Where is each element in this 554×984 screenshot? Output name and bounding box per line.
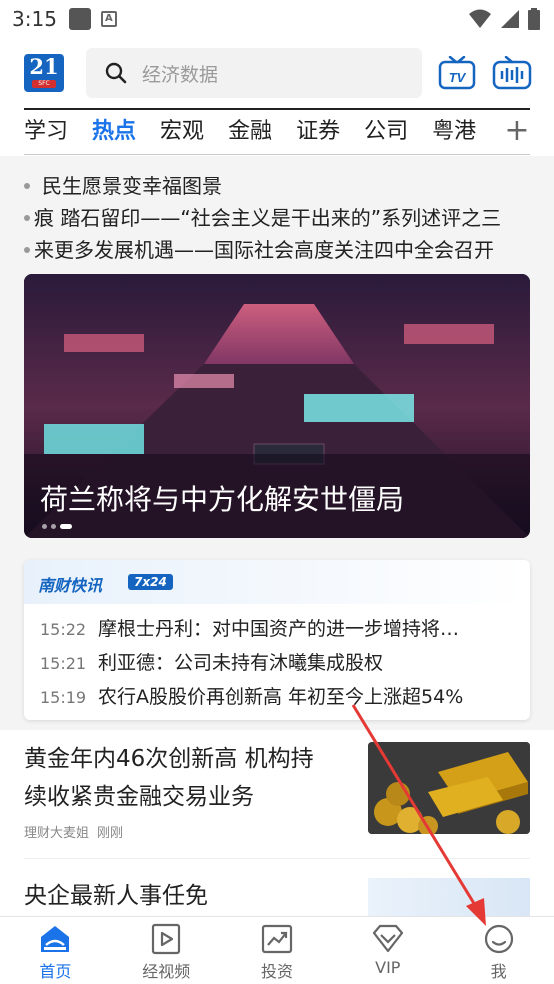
nav-invest[interactable]: 投资 [222,917,333,984]
app-logo[interactable]: 21 SFC [24,54,64,92]
headline-text: 民生愿景变幸福图景 [42,174,222,198]
video-icon [152,923,181,955]
status-time: 3:15 [12,7,57,31]
top-bar: 21 SFC 经济数据 TV [0,46,554,102]
flash-time: 15:19 [40,688,87,707]
nav-video[interactable]: 经视频 [111,917,222,984]
nav-label: 首页 [39,962,72,981]
tv-icon[interactable]: TV [438,56,476,90]
flash-item[interactable]: 15:19 农行A股股价再创新高 年初至今上涨超54% [40,682,520,712]
tabs-top-rule [24,108,530,110]
hero-caption: 荷兰称将与中方化解安世僵局 [40,483,405,516]
flash-brand: 南财快讯 [38,576,103,595]
search-icon [105,62,127,84]
flash-time: 15:22 [40,620,87,639]
vip-icon [372,924,403,953]
flash-header: 南财快讯 7x24 [24,560,530,604]
nav-vip[interactable]: VIP [332,917,443,984]
nav-label: VIP [375,958,401,977]
nav-label: 经视频 [142,962,191,981]
carousel-dot-active [60,524,72,529]
tab-item[interactable]: 证券 [296,112,340,152]
status-bar: 3:15 A [0,0,554,38]
nav-home[interactable]: 首页 [0,917,111,984]
search-input[interactable]: 经济数据 [86,48,422,98]
nav-label: 我 [490,962,507,981]
home-icon [41,926,70,952]
tab-item[interactable]: 粤港 [432,112,476,152]
article-title: 央企最新人事任免 [24,883,208,909]
headline-text: 来更多发展机遇——国际社会高度关注四中全会召开 [34,238,494,262]
wifi-icon [469,9,491,28]
headline-list: 民生愿景变幸福图景 痕 踏石留印——“社会主义是干出来的”系列述评之三 来更多发… [24,170,530,266]
article-card[interactable]: 黄金年内46次创新高 机构持 续收紧贵金融交易业务 理财大麦姐 刚刚 [0,730,554,860]
invest-icon [261,924,293,954]
notification-icon [68,8,91,30]
article-thumbnail [368,742,530,834]
search-placeholder: 经济数据 [142,63,219,86]
article-meta: 理财大麦姐 刚刚 [24,822,123,841]
flash-badge: 7x24 [128,574,173,590]
hero-banner[interactable]: 荷兰称将与中方化解安世僵局 [24,274,530,538]
carousel-dot [42,524,47,529]
bullet-icon [24,215,30,221]
tabs-bottom-rule [24,154,530,155]
svg-text:TV: TV [449,70,467,85]
bullet-icon [24,247,30,253]
notification-a-icon: A [100,11,117,27]
article-title-line: 续收紧贵金融交易业务 [24,784,254,810]
logo-sub: SFC [32,80,56,88]
article-thumbnail [368,878,530,918]
status-indicators [468,8,540,30]
headline-item[interactable]: 痕 踏石留印——“社会主义是干出来的”系列述评之三 [24,202,530,234]
nav-me[interactable]: 我 [443,917,554,984]
tab-item[interactable]: 宏观 [160,112,204,152]
bottom-nav: 首页 经视频 投资 VIP 我 [0,916,554,984]
smiley-icon [484,924,513,954]
add-tab-button[interactable]: + [502,112,532,152]
live-radio-icon[interactable] [492,56,532,90]
flash-item[interactable]: 15:21 利亚德：公司未持有沐曦集成股权 [40,648,520,678]
nav-label: 投资 [260,962,293,981]
gold-bars-image [368,742,530,834]
battery-icon [528,8,540,30]
article-title-line: 黄金年内46次创新高 机构持 [24,746,314,772]
tab-item[interactable]: 金融 [228,112,272,152]
tab-item[interactable]: 学习 [24,112,68,152]
feed-divider [24,858,530,859]
headline-text: 痕 踏石留印——“社会主义是干出来的”系列述评之三 [34,206,502,230]
logo-number: 21 [29,54,59,79]
article-time: 刚刚 [97,826,124,841]
flash-news-card[interactable]: 南财快讯 7x24 15:22 摩根士丹利：对中国资产的进一步增持将… 15:21… [24,560,530,720]
tab-item[interactable]: 公司 [364,112,408,152]
carousel-dots [42,524,72,529]
headline-item[interactable]: 来更多发展机遇——国际社会高度关注四中全会召开 [24,234,530,266]
headline-item[interactable]: 民生愿景变幸福图景 [24,170,530,202]
bullet-icon [24,183,30,189]
flash-title: 利亚德：公司未持有沐曦集成股权 [98,652,384,674]
carousel-dot [51,524,56,529]
flash-item[interactable]: 15:22 摩根士丹利：对中国资产的进一步增持将… [40,614,520,644]
channel-tabs: 学习 热点 宏观 金融 证券 公司 粤港 [24,112,504,152]
tab-item[interactable]: 热点 [92,112,136,152]
article-card[interactable]: 央企最新人事任免 [0,860,554,918]
signal-icon [501,10,519,28]
flash-time: 15:21 [40,654,87,673]
article-source: 理财大麦姐 [24,826,90,841]
flash-title: 摩根士丹利：对中国资产的进一步增持将… [98,618,460,640]
article-title: 黄金年内46次创新高 机构持 续收紧贵金融交易业务 [24,740,344,816]
flash-title: 农行A股股价再创新高 年初至今上涨超54% [98,686,464,708]
